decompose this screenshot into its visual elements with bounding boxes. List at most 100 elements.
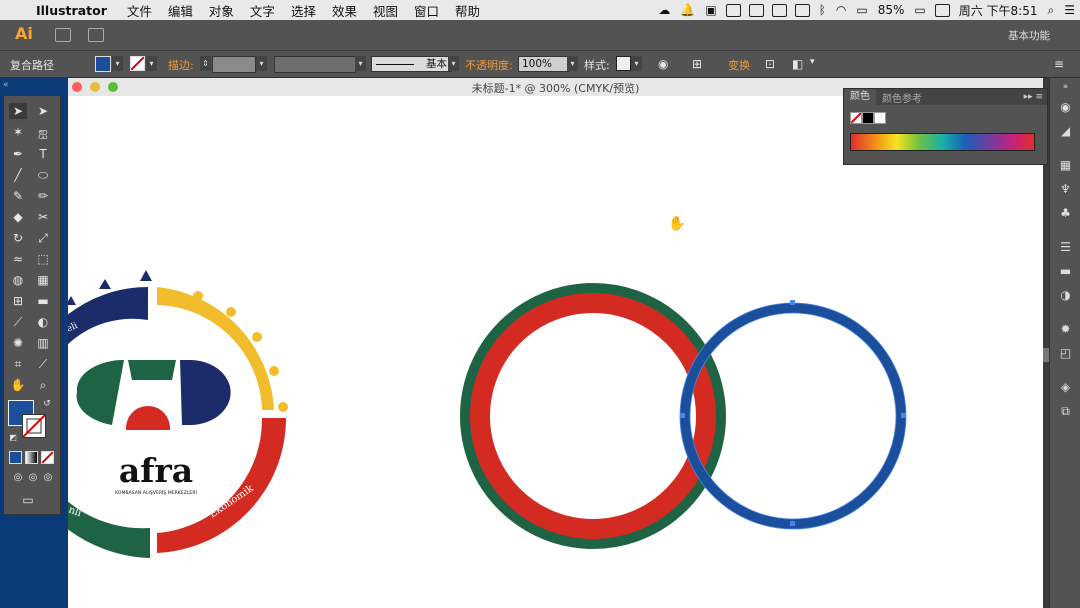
opacity-dropdown-icon[interactable]: ▾ [567, 56, 578, 71]
notification-center-icon[interactable]: ☰ [1059, 3, 1080, 17]
stroke-swatch[interactable] [130, 56, 145, 71]
hand-tool-icon[interactable]: ✋ [9, 377, 27, 393]
fill-dropdown-icon[interactable]: ▾ [112, 56, 123, 71]
menu-window[interactable]: 窗口 [406, 1, 447, 20]
fill-swatch[interactable] [95, 56, 111, 72]
ellipse-tool-icon[interactable]: ⬭ [34, 167, 52, 183]
transparency-panel-icon[interactable]: ◑ [1058, 288, 1073, 303]
menu-help[interactable]: 帮助 [447, 1, 488, 20]
type-tool-icon[interactable]: T [34, 146, 52, 162]
tab-color[interactable]: 颜色 [844, 89, 876, 105]
rotate-tool-icon[interactable]: ↻ [9, 230, 27, 246]
status-icon-4[interactable] [794, 3, 810, 17]
menu-view[interactable]: 视图 [365, 1, 406, 20]
stroke-weight-stepper[interactable]: ⇕ [200, 56, 211, 71]
brushes-icon[interactable]: ♆ [1058, 182, 1073, 197]
menu-file[interactable]: 文件 [119, 1, 160, 20]
anchor-point[interactable] [680, 413, 685, 418]
blend-tool-icon[interactable]: ◐ [34, 314, 52, 330]
workspace-switcher[interactable]: 基本功能 [1008, 28, 1050, 43]
none-mode-button[interactable] [41, 451, 54, 464]
transform-link[interactable]: 变换 [728, 57, 750, 73]
stroke-label[interactable]: 描边: [168, 57, 194, 73]
artboard-canvas[interactable]: afra KOMBASAN ALIŞVERİŞ MERKEZLERİ Ekono… [68, 96, 1043, 608]
panel-menu-icon[interactable]: ▸▸ ≡ [1024, 92, 1047, 102]
arrange-dropdown-icon[interactable]: ▾ [810, 57, 815, 67]
eyedropper-tool-icon[interactable]: ⟋ [9, 314, 27, 330]
status-icon-1[interactable] [725, 3, 741, 17]
align-icon[interactable]: ⊞ [692, 57, 702, 71]
stroke-weight-field[interactable] [212, 56, 256, 73]
shape-builder-tool-icon[interactable]: ◍ [9, 272, 27, 288]
bluetooth-icon[interactable]: ᛒ [814, 3, 831, 17]
symbols-icon[interactable]: ♣ [1058, 206, 1073, 221]
app-status-icon[interactable] [934, 3, 950, 17]
pen-tool-icon[interactable]: ✒ [9, 146, 27, 162]
isolate-icon[interactable]: ⊡ [765, 57, 775, 71]
battery-percent[interactable]: 85% [873, 3, 910, 17]
opacity-label[interactable]: 不透明度: [465, 57, 513, 73]
artboard-tool-icon[interactable]: ⌗ [9, 356, 27, 372]
menu-object[interactable]: 对象 [201, 1, 242, 20]
control-panel-menu-icon[interactable]: ≡ [1054, 57, 1064, 71]
draw-inside-icon[interactable]: ◎ [39, 470, 57, 486]
menubar-clock[interactable]: 周六 下午8:51 [954, 2, 1043, 19]
black-swatch[interactable] [862, 112, 874, 124]
color-panel-icon[interactable]: ◉ [1058, 100, 1073, 115]
layers-panel-icon[interactable]: ◈ [1058, 380, 1073, 395]
status-icon-2[interactable] [748, 3, 764, 17]
graphic-style-dropdown-icon[interactable]: ▾ [631, 56, 642, 71]
green-red-ring[interactable] [460, 283, 726, 549]
opacity-field[interactable]: 100% [518, 56, 569, 72]
camera-icon[interactable]: ▣ [700, 3, 721, 17]
perspective-grid-tool-icon[interactable]: ▦ [34, 272, 52, 288]
stroke-panel-icon[interactable]: ☰ [1058, 240, 1073, 255]
artboards-panel-icon[interactable]: ⧉ [1058, 404, 1073, 419]
appearance-panel-icon[interactable]: ✹ [1058, 322, 1073, 337]
color-mode-button[interactable] [9, 451, 22, 464]
wifi-icon[interactable]: ◠ [831, 3, 851, 17]
stroke-weight-dropdown-icon[interactable]: ▾ [256, 56, 267, 71]
swatches-icon[interactable]: ▦ [1058, 158, 1073, 173]
bridge-icon[interactable] [55, 28, 71, 42]
menu-effect[interactable]: 效果 [324, 1, 365, 20]
app-menu[interactable]: Illustrator [30, 3, 119, 18]
menu-type[interactable]: 文字 [242, 1, 283, 20]
anchor-point[interactable] [901, 413, 906, 418]
direct-selection-tool-icon[interactable]: ➤ [34, 103, 52, 119]
status-icon-3[interactable] [771, 3, 787, 17]
color-spectrum-bar[interactable] [850, 133, 1035, 151]
lasso-tool-icon[interactable]: ஐ [34, 124, 52, 140]
arrange-icon[interactable]: ◧ [792, 57, 803, 71]
brush-definition-field[interactable]: 基本 [371, 56, 452, 72]
battery-icon[interactable]: ▭ [909, 3, 930, 17]
graphic-style-swatch[interactable] [616, 56, 631, 71]
width-tool-icon[interactable]: ≈ [9, 251, 27, 267]
dock-collapse-icon[interactable]: » [1058, 80, 1073, 95]
creative-cloud-icon[interactable]: ☁ [653, 3, 675, 17]
scissors-tool-icon[interactable]: ✂ [34, 209, 52, 225]
swap-fill-stroke-icon[interactable]: ↺ [38, 396, 56, 412]
white-swatch[interactable] [874, 112, 886, 124]
selection-tool-icon[interactable]: ➤ [9, 103, 27, 119]
mesh-tool-icon[interactable]: ⊞ [9, 293, 27, 309]
afra-logo[interactable]: afra KOMBASAN ALIŞVERİŞ MERKEZLERİ Ekono… [68, 270, 288, 558]
brush-dropdown-icon[interactable]: ▾ [448, 56, 459, 71]
line-tool-icon[interactable]: ╱ [9, 167, 27, 183]
spotlight-search-icon[interactable]: ⌕ [1043, 3, 1060, 18]
notification-bell-icon[interactable]: 🔔 [675, 3, 700, 17]
magic-wand-tool-icon[interactable]: ✶ [9, 124, 27, 140]
tab-color-guide[interactable]: 颜色参考 [876, 90, 928, 105]
free-transform-tool-icon[interactable]: ⬚ [34, 251, 52, 267]
anchor-point[interactable] [790, 300, 795, 305]
variable-width-field[interactable] [274, 56, 356, 73]
slice-tool-icon[interactable]: ⟋ [34, 356, 52, 372]
recolor-artwork-icon[interactable]: ◉ [658, 57, 668, 71]
menu-select[interactable]: 选择 [283, 1, 324, 20]
gradient-panel-icon[interactable]: ▬ [1058, 264, 1073, 279]
toolbox-collapse-icon[interactable]: « [3, 80, 9, 90]
gradient-mode-button[interactable] [25, 451, 38, 464]
zoom-tool-icon[interactable]: ⌕ [34, 377, 52, 393]
stroke-dropdown-icon[interactable]: ▾ [146, 56, 157, 71]
anchor-point[interactable] [790, 521, 795, 526]
